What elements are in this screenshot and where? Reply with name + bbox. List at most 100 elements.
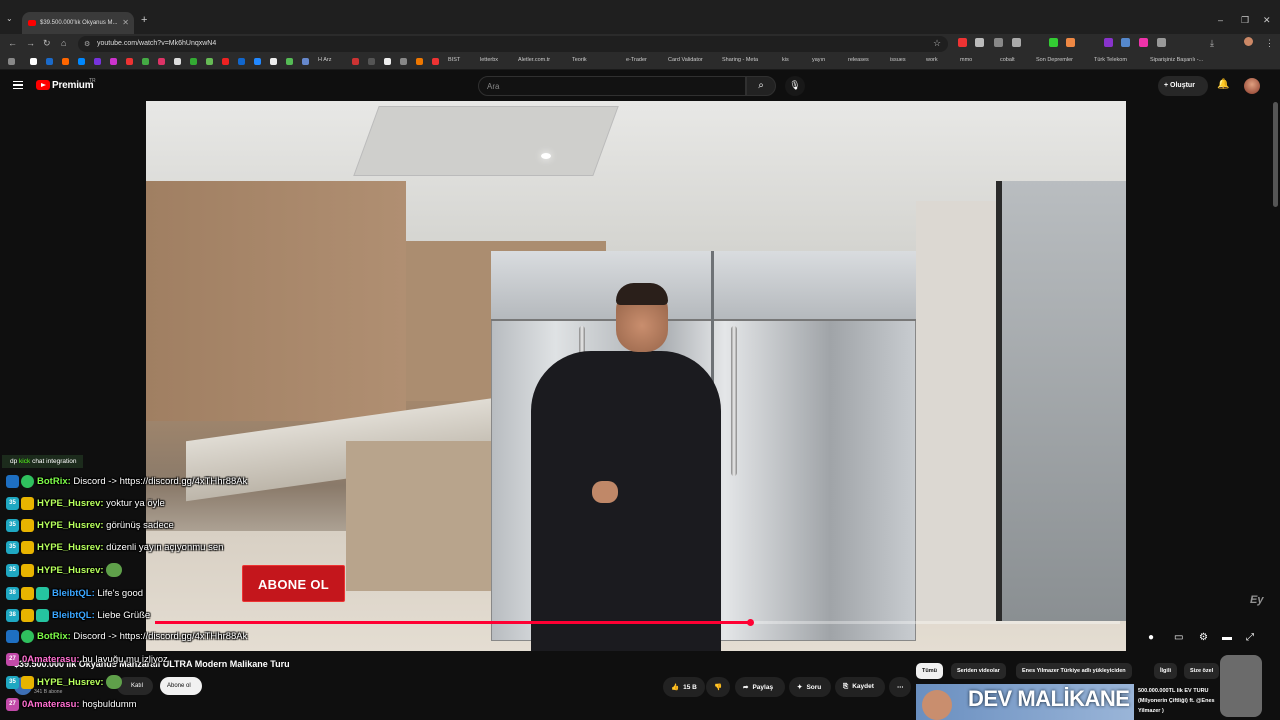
bookmark-icon[interactable] (126, 58, 133, 65)
x-icon[interactable] (174, 58, 181, 65)
bookmark-siparisiniz[interactable]: Siparişiniz Başarılı -... (1150, 57, 1203, 63)
fullscreen-icon[interactable]: ⤢ (1246, 632, 1254, 643)
bookmark-icon[interactable] (302, 58, 309, 65)
chip-for-you[interactable]: Size özel (1184, 663, 1220, 679)
browser-tab[interactable]: $39.500.000'lık Okyanus M... ✕ (22, 12, 134, 34)
subscribe-overlay-button[interactable]: ABONE OL (242, 565, 345, 602)
share-button[interactable]: ➦ Paylaş (735, 677, 785, 697)
apps-icon[interactable] (8, 58, 15, 65)
bookmark-etrader[interactable]: e-Trader (626, 57, 647, 63)
linkedin-icon[interactable] (46, 58, 53, 65)
youtube-logo-icon[interactable] (36, 80, 50, 90)
theater-mode-icon[interactable]: ▬ (1222, 632, 1232, 643)
bookmark-issues[interactable]: issues (890, 57, 906, 63)
bookmark-kis[interactable]: kis (782, 57, 789, 63)
create-button[interactable]: + Oluştur (1158, 76, 1208, 96)
bookmark-icon[interactable] (142, 58, 149, 65)
bookmark-icon[interactable] (270, 58, 277, 65)
bookmark-letterbx[interactable]: letterbx (480, 57, 498, 63)
settings-gear-icon[interactable]: ⚙ (1199, 632, 1208, 643)
tiktok-icon[interactable] (384, 58, 391, 65)
bookmark-turk-telekom[interactable]: Türk Telekom (1094, 57, 1127, 63)
profile-avatar-icon[interactable] (1244, 37, 1253, 46)
new-tab-icon[interactable]: + (141, 14, 147, 26)
minimize-icon[interactable]: – (1218, 15, 1223, 25)
next-video-title[interactable]: 500.000.000TL lik EV TURU (Milyonerin Çi… (1138, 686, 1228, 716)
extensions-puzzle-icon[interactable] (1157, 38, 1166, 47)
bookmark-card-validator[interactable]: Card Validator (668, 57, 703, 63)
bookmark-icon[interactable] (206, 58, 213, 65)
bookmark-teorik[interactable]: Teorik (572, 57, 587, 63)
bookmark-mmo[interactable]: mmo (960, 57, 972, 63)
close-window-icon[interactable]: ✕ (1263, 15, 1271, 26)
chip-uploader[interactable]: Enes Yilmazer Türkiye adlı yükleyiciden (1016, 663, 1132, 679)
bookmark-icon[interactable] (286, 58, 293, 65)
tab-list-icon[interactable]: ⌄ (6, 14, 13, 23)
more-actions-button[interactable]: ⋯ (889, 677, 911, 697)
hamburger-menu-icon[interactable] (13, 81, 23, 89)
bookmark-icon[interactable] (222, 58, 229, 65)
extension-icon[interactable] (1012, 38, 1021, 47)
autoplay-toggle-icon[interactable]: ● (1148, 632, 1154, 643)
bookmark-icon[interactable] (62, 58, 69, 65)
bookmark-releases[interactable]: releases (848, 57, 869, 63)
join-button[interactable]: Katıl (117, 677, 153, 695)
bookmark-icon[interactable] (78, 58, 85, 65)
url-input[interactable]: youtube.com/watch?v=Mk6hUnqxwN4 (78, 36, 948, 52)
chips-next-arrow[interactable] (1220, 655, 1262, 717)
bookmark-icon[interactable] (110, 58, 117, 65)
save-button[interactable]: ⎘ Kaydet (835, 677, 885, 697)
home-icon[interactable]: ⌂ (61, 38, 66, 48)
download-icon[interactable]: ⤓ (1210, 38, 1214, 49)
search-input[interactable]: Ara (478, 76, 746, 96)
next-video-thumbnail[interactable]: DEV MALİKANE (916, 684, 1134, 720)
site-info-icon[interactable]: ⚙ (84, 40, 90, 48)
bookmark-son-depremler[interactable]: Son Depremler (1036, 57, 1073, 63)
bookmark-icon[interactable] (190, 58, 197, 65)
extension-icon[interactable] (1121, 38, 1130, 47)
chip-all[interactable]: Tümü (916, 663, 943, 679)
voice-search-button[interactable]: 🎙 (785, 76, 805, 96)
extension-icon[interactable] (1049, 38, 1058, 47)
bookmark-aletler[interactable]: Aletler.com.tr (518, 57, 550, 63)
bookmark-cobalt[interactable]: cobalt (1000, 57, 1015, 63)
bookmark-icon[interactable] (94, 58, 101, 65)
github-icon[interactable] (30, 58, 37, 65)
close-tab-icon[interactable]: ✕ (122, 18, 129, 27)
bookmark-icon[interactable] (352, 58, 359, 65)
dislike-button[interactable]: 👎 (706, 677, 730, 697)
page-scrollbar[interactable] (1273, 102, 1278, 207)
progress-bar[interactable] (155, 619, 1120, 626)
back-icon[interactable]: ← (8, 38, 17, 48)
bookmark-icon[interactable] (416, 58, 423, 65)
youtube-premium-logo[interactable]: Premium (52, 80, 94, 91)
forward-icon[interactable]: → (26, 38, 35, 48)
subtitles-icon[interactable]: ▭ (1174, 632, 1183, 643)
bookmark-icon[interactable] (368, 58, 375, 65)
chip-related[interactable]: İlgili (1154, 663, 1177, 679)
extension-icon[interactable] (1104, 38, 1113, 47)
extension-icon[interactable] (958, 38, 967, 47)
extension-icon[interactable] (994, 38, 1003, 47)
bookmark-h-arz[interactable]: H Arz (318, 57, 331, 63)
reload-icon[interactable]: ↻ (43, 38, 51, 49)
chip-series[interactable]: Seriden videolar (951, 663, 1006, 679)
notifications-bell-icon[interactable]: 🔔 (1217, 79, 1229, 90)
bookmark-icon[interactable] (238, 58, 245, 65)
channel-watermark[interactable]: Ey (1250, 594, 1263, 606)
extension-icon[interactable] (975, 38, 984, 47)
bookmark-bist[interactable]: BIST (448, 57, 460, 63)
extension-icon[interactable] (1139, 38, 1148, 47)
bookmark-icon[interactable] (400, 58, 407, 65)
extension-icon[interactable] (1066, 38, 1075, 47)
search-button[interactable]: ⌕ (746, 76, 776, 96)
avatar[interactable] (1244, 78, 1260, 94)
ask-button[interactable]: ✦ Soru (789, 677, 831, 697)
bookmark-sharing-meta[interactable]: Sharing - Meta (722, 57, 758, 63)
bookmark-icon[interactable] (254, 58, 261, 65)
bookmark-star-icon[interactable]: ☆ (933, 38, 941, 49)
bookmark-yayin[interactable]: yayın (812, 57, 825, 63)
like-button[interactable]: 👍 15 B (663, 677, 705, 697)
bookmark-icon[interactable] (432, 58, 439, 65)
instagram-icon[interactable] (158, 58, 165, 65)
